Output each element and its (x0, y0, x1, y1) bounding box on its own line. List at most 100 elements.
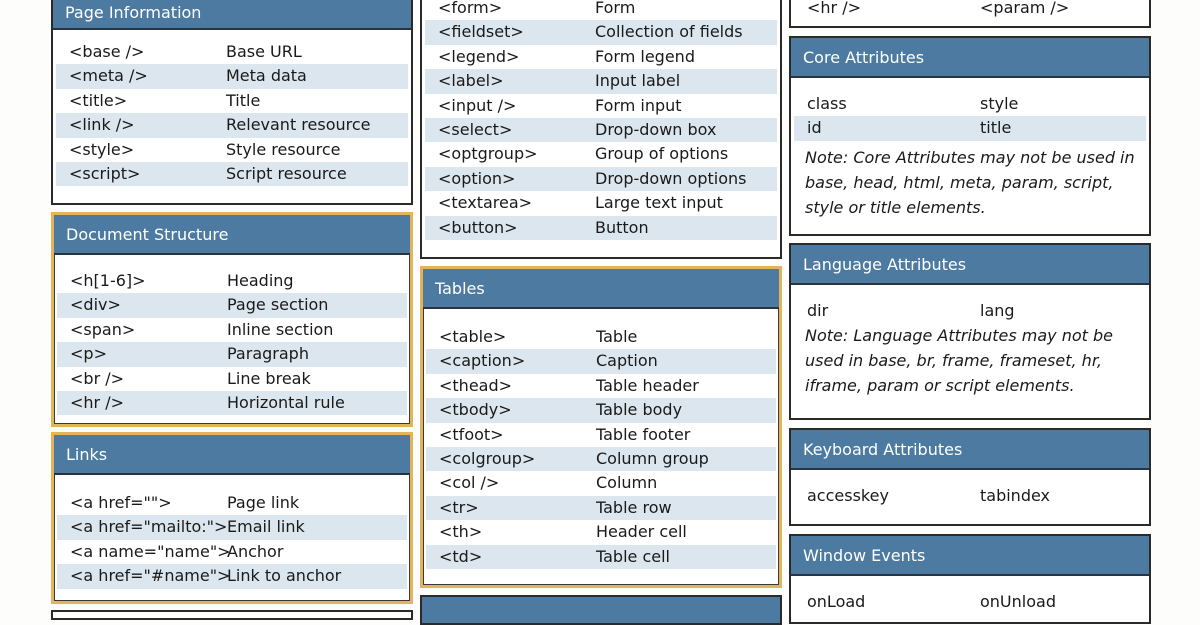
list-row: <form> Form (425, 0, 777, 20)
row-description: Button (595, 217, 649, 237)
row-description: Line break (227, 368, 311, 388)
list-row: dir lang (794, 299, 1146, 323)
row-description: Table row (596, 497, 672, 517)
list-row: <hr /> Horizontal rule (57, 390, 407, 416)
keyboard-attributes-panel: Keyboard Attributes accesskey tabindex (789, 428, 1151, 526)
row-description: Input label (595, 71, 681, 91)
row-description: Collection of fields (595, 22, 743, 42)
row-tag: <td> (439, 546, 483, 566)
list-row: <a name="name"> Anchor (57, 540, 407, 564)
row-description: Inline section (227, 319, 334, 339)
row-description: Link to anchor (227, 566, 342, 586)
list-row: <a href=""> Page link (57, 491, 407, 515)
row-description: Drop-down box (595, 119, 717, 139)
panel-header: Document Structure (54, 215, 410, 255)
row-tag: <h[1-6]> (70, 271, 146, 290)
row-tag: <col /> (439, 473, 500, 493)
window-events-panel: Window Events onLoad onUnload (789, 534, 1151, 624)
row-description: Form input (595, 95, 682, 115)
row-description: Large text input (595, 193, 723, 213)
row-tag: <a name="name"> (70, 541, 231, 561)
row-description: Drop-down options (595, 168, 747, 188)
list-row: <legend> Form legend (425, 45, 777, 69)
row-description: Form (595, 0, 636, 17)
row-description: Email link (227, 517, 305, 537)
row-description: Meta data (226, 66, 307, 86)
row-description: Style resource (226, 139, 341, 159)
row-tag: <optgroup> (438, 144, 538, 164)
row-description: style (980, 94, 1019, 113)
row-tag: <p> (70, 344, 107, 364)
row-tag: <form> (438, 0, 503, 17)
list-row: id title (794, 116, 1146, 141)
list-row: <br /> Line break (57, 367, 407, 391)
list-row: <button> Button (425, 215, 777, 240)
list-row: <span> Inline section (57, 318, 407, 342)
row-tag: <table> (439, 327, 507, 346)
list-row: <base /> Base URL (56, 40, 408, 64)
row-description: Table footer (596, 424, 691, 444)
row-tag: <caption> (439, 351, 526, 371)
list-row: <link /> Relevant resource (56, 113, 408, 138)
list-row: <th> Header cell (426, 520, 776, 544)
rows: onLoad onUnload (791, 576, 1149, 614)
row-description: Column (596, 473, 658, 493)
page-information-panel: Page Information <base /> Base URL <meta /… (51, 0, 413, 205)
row-tag: <select> (438, 119, 513, 139)
list-row: <option> Drop-down options (425, 166, 777, 192)
links-panel: Links <a href=""> Page link <a href="mailt… (51, 432, 413, 604)
row-description: Base URL (226, 42, 302, 61)
row-description: title (980, 118, 1012, 138)
row-description: Caption (596, 351, 658, 371)
row-tag: <span> (70, 319, 136, 339)
list-row: <title> Title (56, 89, 408, 113)
row-tag: <thead> (439, 375, 513, 395)
list-row: <input /> Form input (425, 94, 777, 118)
list-row: <table> Table (426, 325, 776, 349)
row-description: Horizontal rule (227, 392, 345, 412)
row-tag: <button> (438, 217, 518, 237)
row-description: Paragraph (227, 344, 309, 364)
list-row: <col /> Column (426, 471, 776, 495)
list-row: <tfoot> Table footer (426, 423, 776, 447)
row-tag: <a href="#name"> (70, 566, 231, 586)
row-tag: <link /> (69, 115, 135, 135)
list-row: <select> Drop-down box (425, 117, 777, 143)
row-description: Script resource (226, 163, 347, 183)
row-tag: <br /> (70, 368, 125, 388)
row-description: Column group (596, 448, 709, 468)
row-tag: accesskey (807, 486, 889, 505)
rows: <hr /> <param /> (791, 0, 1149, 20)
row-tag: <fieldset> (438, 22, 524, 42)
list-row: <p> Paragraph (57, 342, 407, 367)
list-row: <textarea> Large text input (425, 191, 777, 215)
row-tag: <tfoot> (439, 424, 504, 444)
list-row: <optgroup> Group of options (425, 142, 777, 166)
row-tag: dir (807, 301, 829, 320)
list-row: <a href="mailto:"> Email link (57, 515, 407, 540)
forms-panel: <form> Form <fieldset> Collection of fields… (420, 0, 782, 259)
row-tag: <a href="mailto:"> (70, 517, 228, 537)
row-tag: <tr> (439, 497, 479, 517)
list-row: <fieldset> Collection of fields (425, 20, 777, 45)
row-description: Page section (227, 295, 329, 315)
row-description: Table cell (596, 546, 670, 566)
list-row: class style (794, 92, 1146, 116)
panel-header: Language Attributes (791, 245, 1149, 285)
list-row: <colgroup> Column group (426, 446, 776, 472)
panel-header: Window Events (791, 536, 1149, 576)
rows: accesskey tabindex (791, 470, 1149, 508)
list-row: <h[1-6]> Heading (57, 269, 407, 293)
row-tag: <title> (69, 90, 128, 110)
row-description: Page link (227, 493, 300, 512)
tables-panel: Tables <table> Table <caption> Caption <thea… (420, 266, 782, 588)
row-tag: <script> (69, 163, 141, 183)
row-tag: <base /> (69, 42, 145, 61)
list-row: <thead> Table header (426, 374, 776, 398)
core-attributes-panel: Core Attributes class style id title Note: … (789, 36, 1151, 236)
row-tag: <hr /> (70, 392, 125, 412)
language-attributes-panel: Language Attributes dir lang Note: Langua… (789, 243, 1151, 420)
rows: dir lang (791, 285, 1149, 323)
panel-header: Core Attributes (791, 38, 1149, 78)
row-description: Table header (596, 375, 699, 395)
